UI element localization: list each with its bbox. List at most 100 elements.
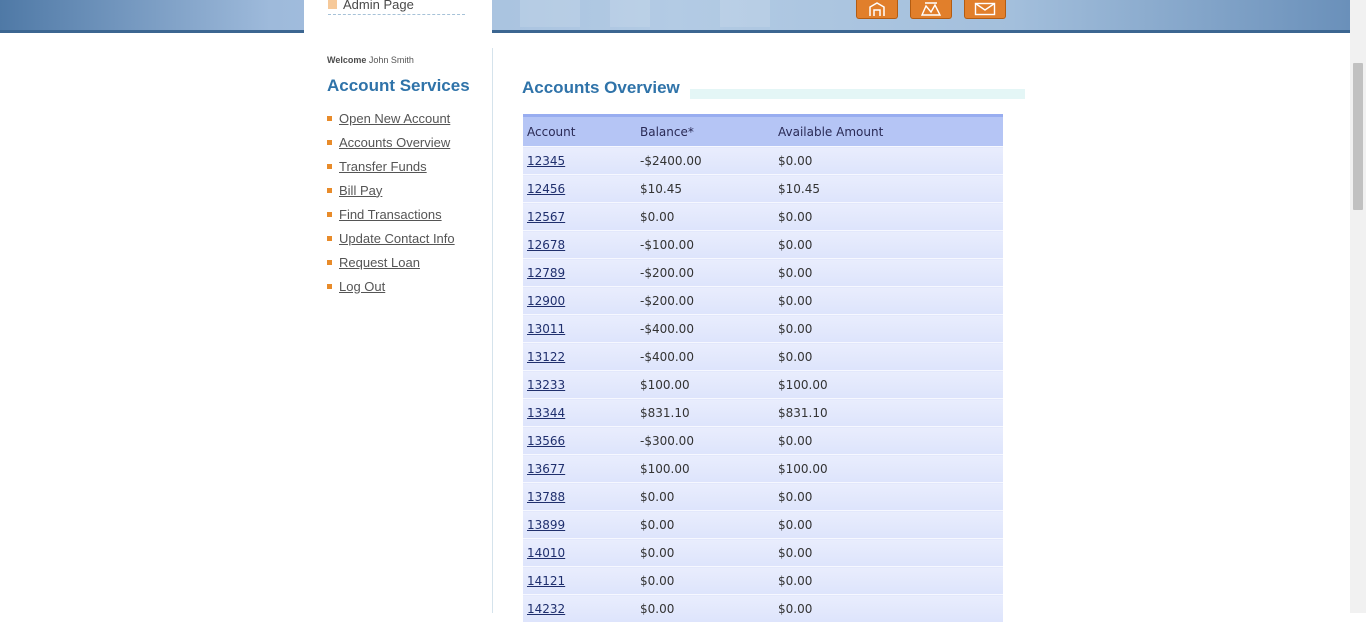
account-cell: 13233 [523,371,636,399]
account-number-link[interactable]: 13122 [527,350,565,364]
balance-cell: $0.00 [636,567,774,595]
account-number-link[interactable]: 13233 [527,378,565,392]
available-amount-cell: $10.45 [774,175,1003,203]
available-amount-cell: $0.00 [774,511,1003,539]
find-transactions-link[interactable]: Find Transactions [339,207,442,222]
account-cell: 12567 [523,203,636,231]
contact-button[interactable] [964,0,1006,19]
account-number-link[interactable]: 12456 [527,182,565,196]
available-amount-cell: $0.00 [774,147,1003,175]
sidebar-item-bill-pay: Bill Pay [327,178,455,202]
balance-cell: $0.00 [636,595,774,622]
header-decoration [520,0,580,27]
balance-cell: $0.00 [636,483,774,511]
open-new-account-link[interactable]: Open New Account [339,111,450,126]
account-cell: 13788 [523,483,636,511]
account-number-link[interactable]: 13566 [527,434,565,448]
bullet-icon [327,212,332,217]
balance-cell: $0.00 [636,539,774,567]
available-amount-cell: $0.00 [774,287,1003,315]
bullet-icon [328,0,337,9]
header-decoration [610,0,650,27]
available-amount-cell: $0.00 [774,231,1003,259]
sidebar-item-find-transactions: Find Transactions [327,202,455,226]
table-row: 13233$100.00$100.00 [523,371,1003,399]
about-icon [920,2,942,16]
column-header-available-amount: Available Amount [774,116,1003,147]
column-header-balance: Balance* [636,116,774,147]
welcome-message: Welcome John Smith [327,55,414,65]
bullet-icon [327,140,332,145]
request-loan-link[interactable]: Request Loan [339,255,420,270]
available-amount-cell: $0.00 [774,427,1003,455]
table-row: 14010 $0.00$0.00 [523,539,1003,567]
account-number-link[interactable]: 13344 [527,406,565,420]
table-row: 13122 -$400.00$0.00 [523,343,1003,371]
account-number-link[interactable]: 14010 [527,546,565,560]
table-header-row: Account Balance* Available Amount [523,116,1003,147]
scrollbar-thumb[interactable] [1353,63,1363,210]
account-cell: 13566 [523,427,636,455]
available-amount-cell: $0.00 [774,595,1003,622]
available-amount-cell: $0.00 [774,343,1003,371]
balance-cell: $100.00 [636,455,774,483]
sidebar-item-accounts-overview: Accounts Overview [327,130,455,154]
page-title-area: Accounts Overview [522,77,1025,99]
update-contact-info-link[interactable]: Update Contact Info [339,231,455,246]
bullet-icon [327,236,332,241]
account-number-link[interactable]: 14121 [527,574,565,588]
left-panel: Welcome John Smith Account Services Open… [304,48,493,613]
account-cell: 13011 [523,315,636,343]
log-out-link[interactable]: Log Out [339,279,385,294]
accounts-overview-link[interactable]: Accounts Overview [339,135,450,150]
account-cell: 12345 [523,147,636,175]
balance-cell: $831.10 [636,399,774,427]
table-row: 12456 $10.45$10.45 [523,175,1003,203]
admin-page-link[interactable]: Admin Page [328,0,465,15]
account-number-link[interactable]: 12789 [527,266,565,280]
account-cell: 13677 [523,455,636,483]
account-number-link[interactable]: 13899 [527,518,565,532]
accounts-table: Account Balance* Available Amount 12345-… [523,114,1003,622]
bullet-icon [327,188,332,193]
account-number-link[interactable]: 13011 [527,322,565,336]
vertical-scrollbar[interactable] [1350,0,1366,613]
table-row: 12678-$100.00$0.00 [523,231,1003,259]
available-amount-cell: $0.00 [774,539,1003,567]
balance-cell: $10.45 [636,175,774,203]
about-button[interactable] [910,0,952,19]
home-button[interactable] [856,0,898,19]
account-number-link[interactable]: 13677 [527,462,565,476]
account-cell: 12789 [523,259,636,287]
bill-pay-link[interactable]: Bill Pay [339,183,382,198]
bullet-icon [327,260,332,265]
contact-icon [974,2,996,16]
account-number-link[interactable]: 13788 [527,490,565,504]
balance-cell: $100.00 [636,371,774,399]
sidebar-item-open-new-account: Open New Account [327,106,455,130]
bullet-icon [327,284,332,289]
admin-page-label: Admin Page [343,0,414,12]
account-number-link[interactable]: 12900 [527,294,565,308]
table-row: 13566 -$300.00$0.00 [523,427,1003,455]
account-number-link[interactable]: 12678 [527,238,565,252]
available-amount-cell: $0.00 [774,567,1003,595]
table-row: 12567$0.00$0.00 [523,203,1003,231]
transfer-funds-link[interactable]: Transfer Funds [339,159,427,174]
bullet-icon [327,116,332,121]
table-row: 12900-$200.00$0.00 [523,287,1003,315]
admin-box: Admin Page [304,0,492,48]
balance-cell: -$300.00 [636,427,774,455]
account-number-link[interactable]: 12345 [527,154,565,168]
balance-cell: -$400.00 [636,343,774,371]
table-row: 12345-$2400.00$0.00 [523,147,1003,175]
table-row: 13344$831.10$831.10 [523,399,1003,427]
account-cell: 14010 [523,539,636,567]
account-number-link[interactable]: 14232 [527,602,565,616]
account-cell: 14232 [523,595,636,622]
user-name: John Smith [369,55,414,65]
header-decoration [720,0,770,27]
available-amount-cell: $0.00 [774,315,1003,343]
account-number-link[interactable]: 12567 [527,210,565,224]
title-underline-bar [690,89,1025,99]
